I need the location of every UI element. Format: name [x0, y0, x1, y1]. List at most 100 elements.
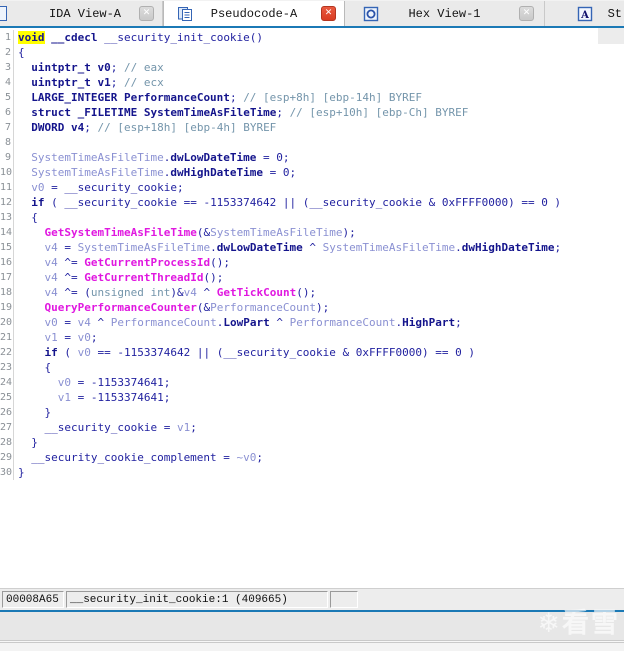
- code-text: v4 ^= (unsigned int)&v4 ^ GetTickCount()…: [44, 286, 317, 299]
- code-line[interactable]: 30}: [0, 465, 624, 480]
- line-number: 25: [0, 390, 14, 405]
- code-text: __security_cookie_complement = ~v0;: [18, 451, 264, 464]
- code-text: SystemTimeAsFileTime.dwLowDateTime = 0;: [31, 151, 290, 164]
- line-number: 29: [0, 450, 14, 465]
- code-line[interactable]: 14 GetSystemTimeAsFileTime(&SystemTimeAs…: [0, 225, 624, 240]
- line-number: 3: [0, 60, 14, 75]
- code-line[interactable]: 27 __security_cookie = v1;: [0, 420, 624, 435]
- status-empty-cell: [330, 591, 358, 608]
- line-number: 5: [0, 90, 14, 105]
- code-text: v0 = __security_cookie;: [31, 181, 184, 194]
- line-number: 9: [0, 150, 14, 165]
- code-line[interactable]: 15 v4 = SystemTimeAsFileTime.dwLowDateTi…: [0, 240, 624, 255]
- line-number: 13: [0, 210, 14, 225]
- tab-ida-view-a[interactable]: IDA View-A ✕: [8, 1, 163, 26]
- code-line[interactable]: 24 v0 = -1153374641;: [0, 375, 624, 390]
- code-text: GetSystemTimeAsFileTime(&SystemTimeAsFil…: [44, 226, 356, 239]
- code-text: LARGE_INTEGER PerformanceCount; // [esp+…: [31, 91, 422, 104]
- code-line[interactable]: 13 {: [0, 210, 624, 225]
- code-line[interactable]: 17 v4 ^= GetCurrentThreadId();: [0, 270, 624, 285]
- pseudocode-view[interactable]: 1 void __cdecl __security_init_cookie() 2{…: [0, 28, 624, 588]
- tab-pseudocode-a[interactable]: Pseudocode-A ✕: [163, 1, 345, 26]
- code-text: v0 = v4 ^ PerformanceCount.LowPart ^ Per…: [44, 316, 462, 329]
- line-number: 7: [0, 120, 14, 135]
- line-number: 23: [0, 360, 14, 375]
- code-text: uintptr_t v0; // eax: [31, 61, 164, 74]
- svg-text:A: A: [580, 10, 589, 21]
- structures-icon: A: [577, 6, 593, 21]
- code-line[interactable]: 20 v0 = v4 ^ PerformanceCount.LowPart ^ …: [0, 315, 624, 330]
- code-line[interactable]: 25 v1 = -1153374641;: [0, 390, 624, 405]
- code-line[interactable]: 6 struct _FILETIME SystemTimeAsFileTime;…: [0, 105, 624, 120]
- line-number: 27: [0, 420, 14, 435]
- line-number: 8: [0, 135, 14, 150]
- ida-window: IDA View-A ✕ Pseudocode-A ✕ Hex View-1 ✕: [0, 0, 624, 651]
- code-text: if ( __security_cookie == -1153374642 ||…: [31, 196, 562, 209]
- code-text: if ( v0 == -1153374642 || (__security_co…: [44, 346, 475, 359]
- code-line[interactable]: 4 uintptr_t v1; // ecx: [0, 75, 624, 90]
- code-text: v4 ^= GetCurrentProcessId();: [44, 256, 230, 269]
- line-number: 10: [0, 165, 14, 180]
- line-number: 1: [0, 30, 14, 45]
- line-number: 28: [0, 435, 14, 450]
- code-line[interactable]: 22 if ( v0 == -1153374642 || (__security…: [0, 345, 624, 360]
- line-number: 30: [0, 465, 14, 480]
- line-number: 11: [0, 180, 14, 195]
- code-line[interactable]: 16 v4 ^= GetCurrentProcessId();: [0, 255, 624, 270]
- code-line[interactable]: 8: [0, 135, 624, 150]
- line-number: 15: [0, 240, 14, 255]
- code-line[interactable]: 18 v4 ^= (unsigned int)&v4 ^ GetTickCoun…: [0, 285, 624, 300]
- code-text: QueryPerformanceCounter(&PerformanceCoun…: [44, 301, 330, 314]
- code-text: v0 = -1153374641;: [57, 376, 171, 389]
- tab-label: IDA View-A: [48, 6, 121, 21]
- status-address: 00008A65: [2, 591, 64, 608]
- code-line[interactable]: 1 void __cdecl __security_init_cookie(): [0, 30, 624, 45]
- code-line[interactable]: 28 }: [0, 435, 624, 450]
- line-number: 21: [0, 330, 14, 345]
- code-line[interactable]: 23 {: [0, 360, 624, 375]
- code-text: {: [18, 361, 52, 374]
- line-number: 20: [0, 315, 14, 330]
- code-line[interactable]: 10 SystemTimeAsFileTime.dwHighDateTime =…: [0, 165, 624, 180]
- close-icon[interactable]: ✕: [321, 6, 336, 21]
- line-number: 17: [0, 270, 14, 285]
- close-icon[interactable]: ✕: [519, 6, 534, 21]
- pseudocode-icon: [178, 6, 192, 21]
- close-icon[interactable]: ✕: [139, 6, 154, 21]
- code-listing: 1 void __cdecl __security_init_cookie() 2{…: [0, 30, 624, 480]
- code-line[interactable]: 11 v0 = __security_cookie;: [0, 180, 624, 195]
- line-number: 19: [0, 300, 14, 315]
- bottom-panel: ❄看雪: [0, 608, 624, 640]
- code-line[interactable]: 7 DWORD v4; // [esp+18h] [ebp-4h] BYREF: [0, 120, 624, 135]
- code-line[interactable]: 19 QueryPerformanceCounter(&PerformanceC…: [0, 300, 624, 315]
- cropped-tab-icon: [0, 6, 7, 21]
- tab-structures-partial[interactable]: A St: [545, 1, 624, 26]
- line-number: 14: [0, 225, 14, 240]
- code-text: v1 = v0;: [44, 331, 98, 344]
- code-text: v4 = SystemTimeAsFileTime.dwLowDateTime …: [44, 241, 562, 254]
- code-line[interactable]: 5 LARGE_INTEGER PerformanceCount; // [es…: [0, 90, 624, 105]
- code-text: }: [18, 406, 52, 419]
- line-number: 24: [0, 375, 14, 390]
- code-text: v4 ^= GetCurrentThreadId();: [44, 271, 224, 284]
- code-text: void __cdecl __security_init_cookie(): [18, 31, 264, 44]
- hexview-icon: [363, 6, 379, 21]
- tab-label: Pseudocode-A: [210, 6, 298, 21]
- line-number: 2: [0, 45, 14, 60]
- code-text: v1 = -1153374641;: [57, 391, 171, 404]
- code-text: DWORD v4; // [esp+18h] [ebp-4h] BYREF: [31, 121, 277, 134]
- code-line[interactable]: 3 uintptr_t v0; // eax: [0, 60, 624, 75]
- code-line[interactable]: 12 if ( __security_cookie == -1153374642…: [0, 195, 624, 210]
- code-line[interactable]: 29 __security_cookie_complement = ~v0;: [0, 450, 624, 465]
- tab-label: Hex View-1: [408, 6, 481, 21]
- code-text: {: [18, 211, 38, 224]
- code-line[interactable]: 2{: [0, 45, 624, 60]
- tab-hex-view-1[interactable]: Hex View-1 ✕: [345, 1, 545, 26]
- code-line[interactable]: 26 }: [0, 405, 624, 420]
- code-line[interactable]: 21 v1 = v0;: [0, 330, 624, 345]
- code-text: }: [18, 436, 38, 449]
- code-text: SystemTimeAsFileTime.dwHighDateTime = 0;: [31, 166, 297, 179]
- partial-tab-left[interactable]: [0, 1, 8, 26]
- corner-block: [598, 28, 624, 44]
- code-line[interactable]: 9 SystemTimeAsFileTime.dwLowDateTime = 0…: [0, 150, 624, 165]
